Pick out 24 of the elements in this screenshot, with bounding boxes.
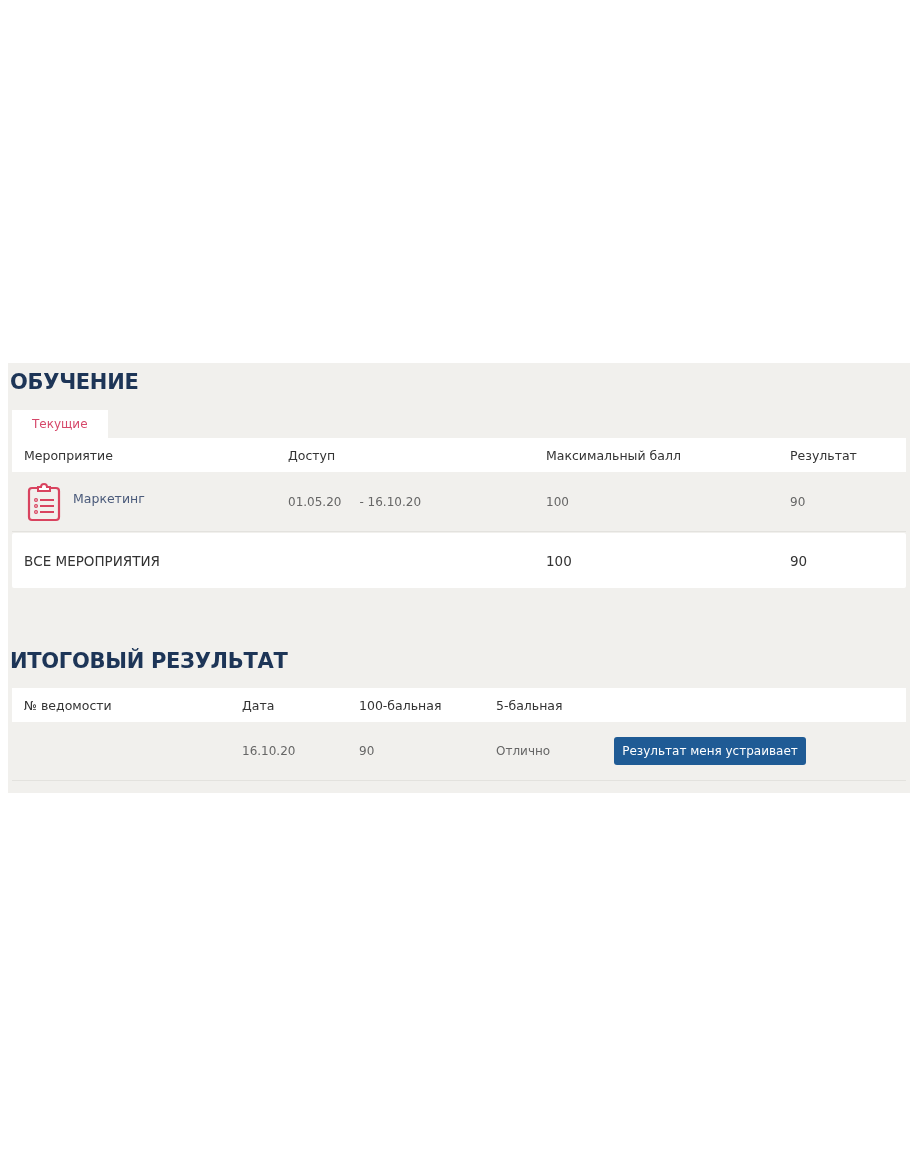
section-title: ОБУЧЕНИЕ <box>10 369 139 396</box>
section-title: ИТОГОВЫЙ РЕЗУЛЬТАТ <box>10 647 288 675</box>
table-cell: 01.05.20 <box>288 494 342 509</box>
table-cell: 90 <box>790 494 806 509</box>
table-cell: Отлично <box>496 744 551 758</box>
tab[interactable]: Текущие <box>12 410 108 438</box>
clipboard-list-icon <box>27 481 61 522</box>
table-cell: - 16.10.20 <box>359 494 422 509</box>
total-label: ВСЕ МЕРОПРИЯТИЯ <box>24 552 160 569</box>
total-cell: 90 <box>790 552 808 569</box>
column-header: 100-бальная <box>359 697 442 713</box>
event-link[interactable]: Маркетинг <box>73 491 145 506</box>
table-cell: 100 <box>546 494 569 509</box>
column-header: Результат <box>790 447 857 463</box>
column-header: 5-бальная <box>496 697 563 713</box>
table-cell: 90 <box>359 744 375 758</box>
column-header: Доступ <box>288 447 336 463</box>
table-cell: 16.10.20 <box>242 744 296 758</box>
column-header: № ведомости <box>24 697 112 713</box>
accept-result-button[interactable]: Результат меня устраивает <box>614 737 806 765</box>
column-header: Дата <box>242 697 275 713</box>
column-header: Мероприятие <box>24 447 113 463</box>
column-header: Максимальный балл <box>546 447 681 463</box>
total-cell: 100 <box>546 552 572 569</box>
